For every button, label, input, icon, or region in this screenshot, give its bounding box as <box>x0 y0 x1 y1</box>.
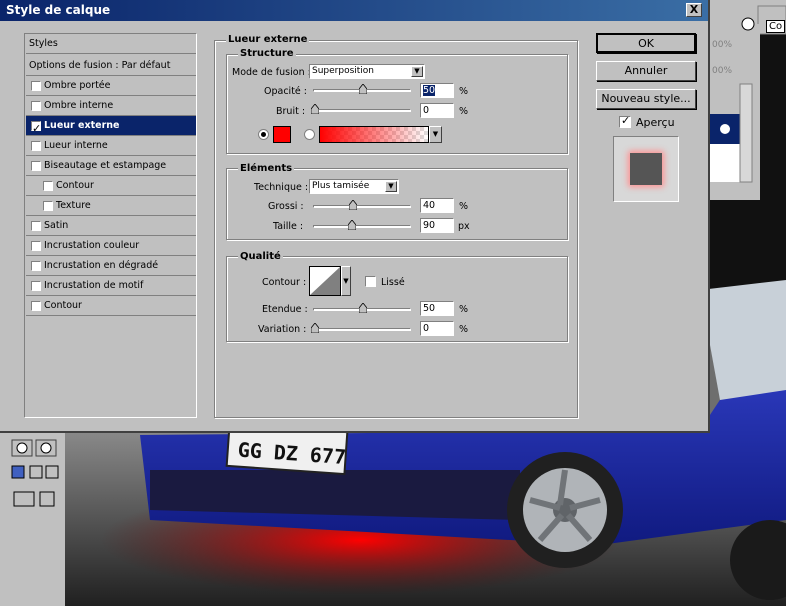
list-item-stroke[interactable]: Contour <box>26 296 196 316</box>
checkbox[interactable] <box>31 281 41 291</box>
new-style-button[interactable]: Nouveau style... <box>596 89 696 109</box>
chevron-down-icon: ▼ <box>411 66 423 77</box>
range-slider[interactable] <box>313 303 411 313</box>
slider-thumb-icon[interactable] <box>348 220 356 230</box>
opacity-slider[interactable] <box>313 84 411 94</box>
opacity-input[interactable]: 50 <box>420 83 454 98</box>
noise-unit: % <box>459 106 469 117</box>
range-input[interactable]: 50 <box>420 301 454 316</box>
bg-zoom-field-1: 00% <box>712 40 733 50</box>
dialog-title-bar: Style de calque X <box>0 0 708 21</box>
color-radio[interactable] <box>258 129 269 140</box>
checkbox[interactable] <box>31 101 41 111</box>
gradient-dropdown-icon[interactable]: ▼ <box>429 126 442 143</box>
preview-label: Aperçu <box>636 116 675 129</box>
gradient-radio[interactable] <box>304 129 315 140</box>
glow-color-swatch[interactable] <box>273 126 291 143</box>
cancel-button[interactable]: Annuler <box>596 61 696 81</box>
styles-list: Styles Options de fusion : Par défaut Om… <box>24 33 197 418</box>
jitter-input[interactable]: 0 <box>420 321 454 336</box>
checkbox[interactable] <box>31 141 41 151</box>
size-input[interactable]: 90 <box>420 218 454 233</box>
opacity-unit: % <box>459 86 469 97</box>
range-unit: % <box>459 304 469 315</box>
close-button[interactable]: X <box>686 3 702 17</box>
ok-button[interactable]: OK <box>596 33 696 53</box>
jitter-unit: % <box>459 324 469 335</box>
list-item-styles-header[interactable]: Styles <box>26 34 196 54</box>
gradient-swatch[interactable] <box>319 126 429 143</box>
list-item-bevel-emboss[interactable]: Biseautage et estampage <box>26 156 196 176</box>
slider-thumb-icon[interactable] <box>311 323 319 333</box>
size-slider[interactable] <box>313 220 411 230</box>
size-label: Taille : <box>273 221 304 232</box>
preview-box <box>613 136 679 202</box>
spread-input[interactable]: 40 <box>420 198 454 213</box>
slider-thumb-icon[interactable] <box>349 200 357 210</box>
checkbox[interactable] <box>43 201 53 211</box>
spread-slider[interactable] <box>313 200 411 210</box>
list-item-blending-options[interactable]: Options de fusion : Par défaut <box>26 56 196 76</box>
technique-select[interactable]: Plus tamisée ▼ <box>309 179 399 194</box>
dialog-title: Style de calque <box>6 3 111 17</box>
list-item-inner-glow[interactable]: Lueur interne <box>26 136 196 156</box>
elements-title: Eléments <box>238 163 295 175</box>
checkbox[interactable] <box>31 241 41 251</box>
bg-tab-label: Co <box>766 20 786 33</box>
jitter-slider[interactable] <box>311 323 411 333</box>
slider-thumb-icon[interactable] <box>311 104 319 114</box>
checkbox[interactable] <box>31 81 41 91</box>
technique-label: Technique : <box>254 182 309 193</box>
jitter-label: Variation : <box>258 324 307 335</box>
checkbox[interactable] <box>43 181 53 191</box>
contour-label: Contour : <box>262 277 307 288</box>
preview-swatch <box>630 153 662 185</box>
preview-checkbox[interactable]: ✓ <box>619 114 631 128</box>
list-item-inner-shadow[interactable]: Ombre interne <box>26 96 196 116</box>
layer-style-dialog: Style de calque X Styles Options de fusi… <box>0 0 710 433</box>
list-item-outer-glow[interactable]: ✓ Lueur externe <box>26 116 196 136</box>
list-item-gradient-overlay[interactable]: Incrustation en dégradé <box>26 256 196 276</box>
list-item-texture[interactable]: Texture <box>26 196 196 216</box>
chevron-down-icon: ▼ <box>385 181 397 192</box>
blend-mode-label: Mode de fusion : <box>232 67 311 78</box>
list-item-color-overlay[interactable]: Incrustation couleur <box>26 236 196 256</box>
opacity-label: Opacité : <box>264 86 307 97</box>
contour-preview-icon[interactable] <box>309 266 341 296</box>
blend-mode-select[interactable]: Superposition ▼ <box>309 64 425 79</box>
checkbox[interactable] <box>31 261 41 271</box>
bg-zoom-field-2: 00% <box>712 66 733 76</box>
list-item-drop-shadow[interactable]: Ombre portée <box>26 76 196 96</box>
checkbox[interactable] <box>31 221 41 231</box>
spread-unit: % <box>459 201 469 212</box>
slider-thumb-icon[interactable] <box>359 303 367 313</box>
list-item-pattern-overlay[interactable]: Incrustation de motif <box>26 276 196 296</box>
slider-thumb-icon[interactable] <box>359 84 367 94</box>
checkbox[interactable] <box>31 161 41 171</box>
checkbox-checked[interactable]: ✓ <box>31 121 41 135</box>
structure-title: Structure <box>238 48 296 60</box>
smooth-checkbox[interactable] <box>365 276 376 287</box>
spread-label: Grossi : <box>268 201 304 212</box>
quality-title: Qualité <box>238 251 283 263</box>
noise-input[interactable]: 0 <box>420 103 454 118</box>
panel-title: Lueur externe <box>226 34 310 46</box>
checkmark-icon: ✓ <box>621 114 631 127</box>
list-item-satin[interactable]: Satin <box>26 216 196 236</box>
noise-slider[interactable] <box>311 104 411 114</box>
noise-label: Bruit : <box>276 106 306 117</box>
smooth-label: Lissé <box>381 277 405 288</box>
contour-dropdown-icon[interactable]: ▼ <box>341 266 351 296</box>
checkbox[interactable] <box>31 301 41 311</box>
size-unit: px <box>458 221 470 232</box>
list-item-contour-sub[interactable]: Contour <box>26 176 196 196</box>
range-label: Etendue : <box>262 304 308 315</box>
